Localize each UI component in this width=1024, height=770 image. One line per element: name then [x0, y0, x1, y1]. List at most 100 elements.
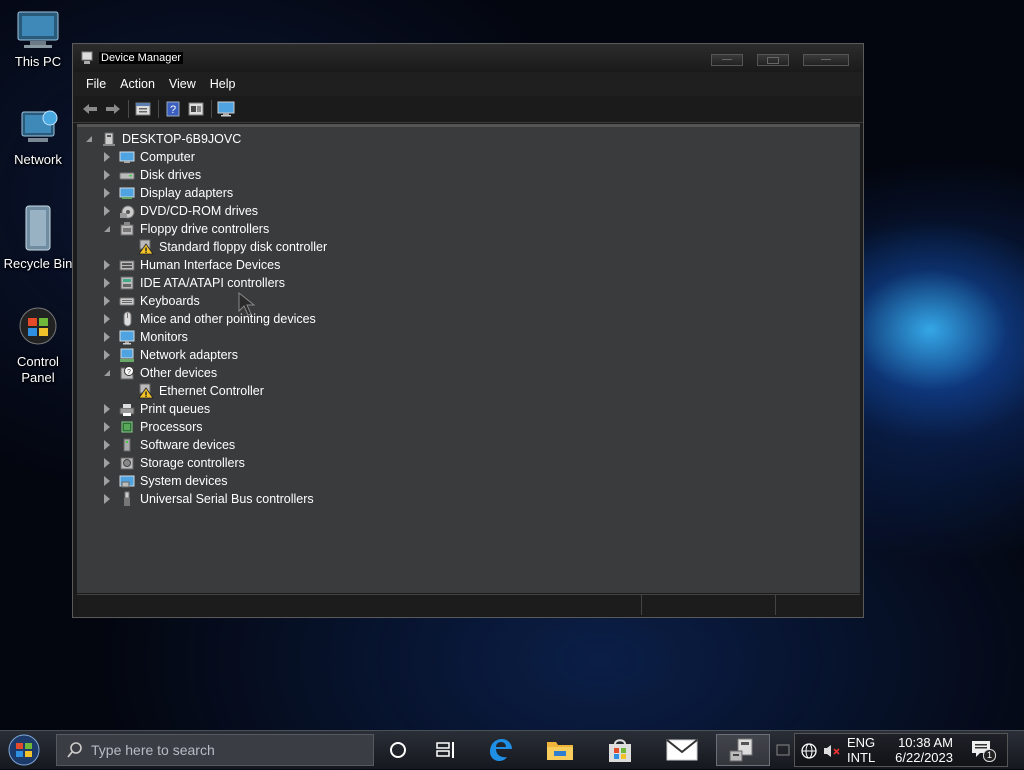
input-language-indicator[interactable]: ENG INTL — [847, 735, 875, 765]
expand-arrow-icon[interactable] — [103, 206, 111, 216]
tree-device-item[interactable]: Standard floppy disk controller — [138, 238, 327, 256]
tree-category-item[interactable]: Software devices — [103, 436, 235, 454]
expand-arrow-icon[interactable] — [103, 422, 111, 432]
tree-item-label: Processors — [140, 420, 203, 434]
expand-arrow-icon[interactable] — [103, 170, 111, 180]
tree-category-item[interactable]: Disk drives — [103, 166, 201, 184]
forward-arrow-icon — [106, 104, 120, 114]
tree-category-item[interactable]: IDE ATA/ATAPI controllers — [103, 274, 285, 292]
cortana-button[interactable] — [378, 734, 418, 766]
globe-network-icon[interactable] — [801, 743, 817, 759]
toolbar: ? — [73, 96, 863, 123]
device-tree[interactable]: DESKTOP-6B9JOVC Computer Disk drives Displ… — [77, 124, 860, 593]
tree-category-item[interactable]: ? Other devices — [103, 364, 217, 382]
tree-item-label: Human Interface Devices — [140, 258, 281, 272]
control-panel-icon — [19, 307, 57, 345]
device-manager-window: Device Manager File Action View Help ? D… — [72, 43, 864, 618]
svg-text:?: ? — [127, 369, 131, 376]
mail-button[interactable] — [662, 734, 702, 766]
desktop-icon-control-panel[interactable]: Control Panel — [2, 304, 74, 386]
tree-item-label: Network adapters — [140, 348, 238, 362]
desktop-icon-this-pc[interactable]: This PC — [2, 10, 74, 70]
tree-device-item[interactable]: Ethernet Controller — [138, 382, 264, 400]
tree-category-item[interactable]: Floppy drive controllers — [103, 220, 269, 238]
forward-button[interactable] — [102, 99, 124, 119]
network-icon — [21, 110, 58, 142]
close-icon — [821, 59, 831, 60]
menu-action[interactable]: Action — [113, 72, 162, 96]
store-bag-icon — [609, 739, 631, 762]
task-view-icon — [436, 742, 454, 758]
desktop-icon-network[interactable]: Network — [2, 108, 74, 168]
file-explorer-button[interactable] — [540, 734, 580, 766]
back-button[interactable] — [79, 99, 101, 119]
tree-item-label: Monitors — [140, 330, 188, 344]
floppy-controller-icon — [120, 222, 134, 236]
clock-time: 10:38 AM — [898, 735, 953, 750]
expand-arrow-icon[interactable] — [103, 332, 111, 342]
start-button[interactable] — [4, 733, 44, 767]
processor-icon — [121, 421, 133, 433]
expand-arrow-icon[interactable] — [103, 440, 111, 450]
tree-category-item[interactable]: System devices — [103, 472, 228, 490]
task-view-button[interactable] — [426, 734, 466, 766]
taskbar-search-box[interactable]: Type here to search — [56, 734, 374, 766]
tree-category-item[interactable]: Print queues — [103, 400, 210, 418]
menu-help[interactable]: Help — [203, 72, 243, 96]
menu-bar: File Action View Help — [73, 72, 863, 96]
tree-category-item[interactable]: Storage controllers — [103, 454, 245, 472]
mouse-cursor-icon — [238, 292, 256, 316]
title-bar[interactable]: Device Manager — [73, 44, 863, 72]
tree-category-item[interactable]: Monitors — [103, 328, 188, 346]
search-icon — [67, 742, 82, 758]
tree-root[interactable]: DESKTOP-6B9JOVC — [85, 130, 241, 148]
tree-category-item[interactable]: Mice and other pointing devices — [103, 310, 316, 328]
expand-arrow-icon[interactable] — [103, 458, 111, 468]
maximize-button[interactable] — [757, 54, 789, 66]
tree-category-item[interactable]: Processors — [103, 418, 203, 436]
folder-icon — [547, 742, 573, 760]
tree-category-item[interactable]: Human Interface Devices — [103, 256, 280, 274]
expand-arrow-icon[interactable] — [103, 260, 111, 270]
computer-root-icon — [103, 132, 115, 146]
show-hidden-icons-button[interactable] — [772, 734, 794, 766]
clock-date: 6/22/2023 — [895, 750, 953, 765]
collapse-arrow-icon[interactable] — [85, 134, 93, 144]
volume-muted-icon[interactable] — [823, 743, 841, 759]
expand-arrow-icon[interactable] — [103, 404, 111, 414]
expand-arrow-icon[interactable] — [103, 350, 111, 360]
tree-category-item[interactable]: Keyboards — [103, 292, 200, 310]
expand-arrow-icon[interactable] — [103, 278, 111, 288]
maximize-icon — [767, 57, 779, 64]
action-center-button[interactable]: 1 — [971, 740, 997, 762]
help-button[interactable]: ? — [162, 99, 184, 119]
clock[interactable]: 10:38 AM 6/22/2023 — [887, 735, 953, 765]
properties-button[interactable] — [132, 99, 154, 119]
scan-hardware-button[interactable] — [215, 99, 237, 119]
expand-arrow-icon[interactable] — [103, 188, 111, 198]
notification-count-badge: 1 — [983, 749, 996, 762]
tree-category-item[interactable]: DVD/CD-ROM drives — [103, 202, 258, 220]
tree-item-label: Display adapters — [140, 186, 234, 200]
collapse-arrow-icon[interactable] — [103, 368, 111, 378]
expand-arrow-icon[interactable] — [103, 296, 111, 306]
expand-arrow-icon[interactable] — [103, 152, 111, 162]
minimize-button[interactable] — [711, 54, 743, 66]
tree-category-item[interactable]: Computer — [103, 148, 195, 166]
close-button[interactable] — [803, 54, 849, 66]
tree-category-item[interactable]: Universal Serial Bus controllers — [103, 490, 314, 508]
store-button[interactable] — [600, 734, 640, 766]
tree-category-item[interactable]: Network adapters — [103, 346, 238, 364]
desktop-icon-recycle-bin[interactable]: Recycle Bin — [2, 204, 74, 272]
edge-browser-button[interactable] — [480, 734, 520, 766]
expand-arrow-icon[interactable] — [103, 314, 111, 324]
expand-arrow-icon[interactable] — [103, 494, 111, 504]
collapse-arrow-icon[interactable] — [103, 224, 111, 234]
device-manager-taskbar-button[interactable] — [716, 734, 770, 766]
tree-category-item[interactable]: Display adapters — [103, 184, 233, 202]
device-manager-taskbar-icon — [729, 738, 753, 762]
menu-file[interactable]: File — [79, 72, 113, 96]
view-button[interactable] — [185, 99, 207, 119]
expand-arrow-icon[interactable] — [103, 476, 111, 486]
menu-view[interactable]: View — [162, 72, 203, 96]
